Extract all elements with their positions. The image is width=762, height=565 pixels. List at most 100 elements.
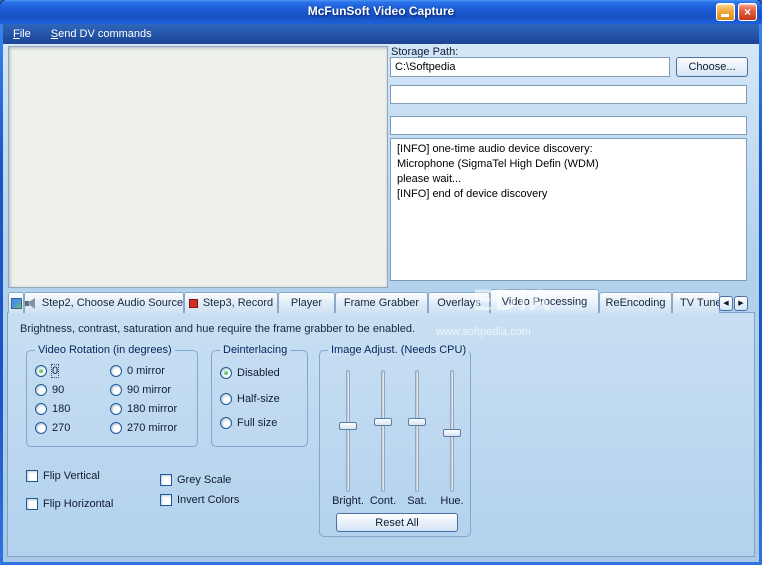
- slider-thumb[interactable]: [339, 422, 357, 431]
- radio-label: 270 mirror: [127, 422, 178, 434]
- tab-label: Overlays: [437, 297, 481, 309]
- radio-label: 270: [52, 422, 71, 434]
- radio-rotation-270[interactable]: 270: [35, 422, 70, 434]
- log-line: please wait...: [397, 173, 462, 185]
- slider-thumb[interactable]: [408, 418, 426, 427]
- client-area: Storage Path: Choose... [INFO] one-time …: [3, 44, 759, 562]
- radio-icon: [35, 384, 47, 396]
- menu-file[interactable]: File: [13, 28, 31, 40]
- radio-icon: [110, 384, 122, 396]
- radio-rotation-0[interactable]: 0: [35, 364, 60, 378]
- checkbox-icon: [26, 470, 38, 482]
- tab-player[interactable]: Player: [278, 292, 335, 313]
- radio-label: 0: [50, 364, 60, 378]
- checkbox-flip-horizontal[interactable]: Flip Horizontal: [26, 498, 113, 510]
- tab-scroll-right-button[interactable]: ▶: [734, 296, 748, 311]
- slider-track: [381, 370, 385, 492]
- radio-deinterlacing-full-size[interactable]: Full size: [220, 417, 277, 429]
- reset-all-button[interactable]: Reset All: [336, 513, 458, 532]
- frame-grabber-note: Brightness, contrast, saturation and hue…: [20, 323, 416, 335]
- tab-tv-tuner[interactable]: TV Tuner: [672, 292, 720, 313]
- tab-label: ReEncoding: [605, 297, 666, 309]
- video-rotation-group: Video Rotation (in degrees) 0 90 180 270: [26, 344, 198, 447]
- tab-step3-record[interactable]: Step3, Record: [184, 292, 278, 313]
- log-line: Microphone (SigmaTel High Defin (WDM): [397, 158, 599, 170]
- log-line: [INFO] end of device discovery: [397, 188, 548, 200]
- image-adjust-group: Image Adjust. (Needs CPU) Bright. Cont. …: [319, 344, 471, 537]
- checkbox-label: Grey Scale: [177, 474, 232, 486]
- checkbox-label: Flip Vertical: [43, 470, 100, 482]
- checkbox-grey-scale[interactable]: Grey Scale: [160, 474, 231, 486]
- hue-label: Hue.: [440, 495, 464, 507]
- image-adjust-group-title: Image Adjust. (Needs CPU): [328, 344, 470, 356]
- menu-send-dv-commands[interactable]: Send DV commands: [51, 28, 152, 40]
- radio-rotation-90[interactable]: 90: [35, 384, 64, 396]
- close-icon: ×: [743, 5, 751, 19]
- log-output[interactable]: [INFO] one-time audio device discovery: …: [390, 138, 747, 281]
- tab-partial[interactable]: [8, 292, 24, 313]
- saturation-slider[interactable]: [407, 370, 427, 492]
- radio-rotation-270-mirror[interactable]: 270 mirror: [110, 422, 177, 434]
- softpedia-watermark-url: www.softpedia.com: [436, 326, 531, 338]
- tab-reencoding[interactable]: ReEncoding: [599, 292, 672, 313]
- tab-label: Step3, Record: [202, 297, 274, 309]
- checkbox-label: Invert Colors: [177, 494, 240, 506]
- checkbox-label: Flip Horizontal: [43, 498, 114, 510]
- tab-label: TV Tuner: [680, 297, 719, 309]
- radio-label: Full size: [237, 417, 278, 429]
- brightness-slider[interactable]: [338, 370, 358, 492]
- log-line: [INFO] one-time audio device discovery:: [397, 143, 593, 155]
- tab-label: Frame Grabber: [343, 297, 420, 309]
- radio-rotation-0-mirror[interactable]: 0 mirror: [110, 365, 165, 377]
- checkbox-flip-vertical[interactable]: Flip Vertical: [26, 470, 100, 482]
- checkbox-icon: [26, 498, 38, 510]
- radio-deinterlacing-disabled[interactable]: Disabled: [220, 367, 280, 379]
- radio-icon: [35, 403, 47, 415]
- video-preview-area: [8, 46, 388, 288]
- tab-scroll-left-button[interactable]: ◀: [719, 296, 733, 311]
- radio-rotation-180[interactable]: 180: [35, 403, 70, 415]
- aux-input-1[interactable]: [390, 85, 747, 104]
- radio-label: Disabled: [237, 367, 280, 379]
- brightness-label: Bright.: [332, 495, 364, 507]
- tab-step2-choose-audio-source[interactable]: Step2, Choose Audio Source: [24, 292, 184, 313]
- radio-icon: [220, 417, 232, 429]
- checkbox-icon: [160, 494, 172, 506]
- app-window: McFunSoft Video Capture × File Send DV c…: [0, 0, 762, 565]
- slider-track: [346, 370, 350, 492]
- storage-path-input[interactable]: [390, 57, 670, 77]
- choose-button[interactable]: Choose...: [676, 57, 748, 77]
- minimize-button[interactable]: [716, 3, 735, 21]
- title-bar[interactable]: McFunSoft Video Capture ×: [0, 0, 762, 24]
- minimize-icon: [721, 14, 729, 17]
- checkbox-invert-colors[interactable]: Invert Colors: [160, 494, 239, 506]
- radio-label: 0 mirror: [127, 365, 165, 377]
- radio-icon: [110, 403, 122, 415]
- deinterlacing-group: Deinterlacing Disabled Half-size Full si…: [211, 344, 308, 447]
- aux-input-2[interactable]: [390, 116, 747, 135]
- tab-label: Step2, Choose Audio Source: [41, 297, 184, 309]
- hue-slider[interactable]: [442, 370, 462, 492]
- radio-icon: [35, 365, 47, 377]
- tab-overlays[interactable]: Overlays: [428, 292, 490, 313]
- radio-rotation-180-mirror[interactable]: 180 mirror: [110, 403, 177, 415]
- video-rotation-group-title: Video Rotation (in degrees): [35, 344, 175, 356]
- radio-label: Half-size: [237, 393, 280, 405]
- radio-icon: [110, 422, 122, 434]
- tab-frame-grabber[interactable]: Frame Grabber: [335, 292, 428, 313]
- tab-label: Player: [290, 297, 323, 309]
- tab-strip: Step2, Choose Audio Source Step3, Record…: [3, 289, 759, 313]
- radio-icon: [35, 422, 47, 434]
- scroll-left-icon: ◀: [723, 300, 729, 307]
- radio-label: 180: [52, 403, 71, 415]
- contrast-slider[interactable]: [373, 370, 393, 492]
- radio-label: 90: [52, 384, 65, 396]
- slider-thumb[interactable]: [374, 418, 392, 427]
- slider-thumb[interactable]: [443, 429, 461, 438]
- radio-deinterlacing-half-size[interactable]: Half-size: [220, 393, 280, 405]
- close-button[interactable]: ×: [738, 3, 757, 21]
- tab-video-processing[interactable]: Video Processing: [490, 289, 599, 313]
- radio-rotation-90-mirror[interactable]: 90 mirror: [110, 384, 171, 396]
- speaker-icon: [25, 297, 37, 309]
- checkbox-icon: [160, 474, 172, 486]
